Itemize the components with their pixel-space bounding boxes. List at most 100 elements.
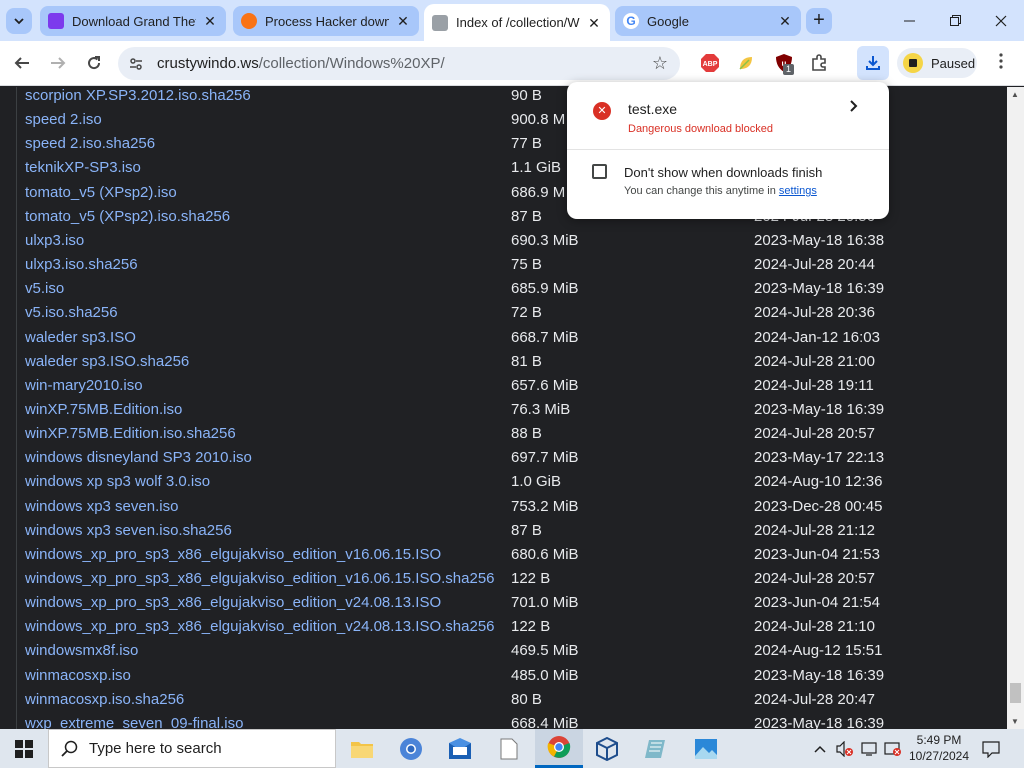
site-info-icon[interactable] [126,54,146,74]
extension-leaf[interactable] [735,52,757,74]
extensions-button[interactable] [808,52,830,74]
file-link[interactable]: ulxp3.iso.sha256 [25,256,138,273]
network-tray[interactable] [861,729,879,768]
file-link[interactable]: waleder sp3.ISO [25,329,136,346]
file-row: ulxp3.iso 690.3 MiB 2023-May-18 16:38 [17,232,1007,256]
close-icon[interactable]: ✕ [202,13,218,29]
security-tray[interactable] [884,729,902,768]
chevron-right-icon[interactable] [849,99,859,117]
windows-logo-icon [15,739,33,758]
file-link[interactable]: windows xp3 seven.iso [25,498,178,515]
notebook-app-button[interactable] [632,729,680,768]
reload-button[interactable] [79,48,109,78]
photos-app-button[interactable] [682,729,730,768]
close-icon[interactable]: ✕ [395,13,411,29]
download-filename[interactable]: test.exe [628,101,677,117]
file-row: winXP.75MB.Edition.iso.sha256 88 B 2024-Ju… [17,425,1007,449]
file-link[interactable]: winmacosxp.iso [25,667,131,684]
close-window-button[interactable] [978,0,1024,41]
virtualbox-button[interactable] [583,729,631,768]
file-link[interactable]: windows_xp_pro_sp3_x86_elgujakviso_editi… [25,546,441,563]
taskbar-clock[interactable]: 5:49 PM 10/27/2024 [906,732,972,764]
file-link[interactable]: windowsmx8f.iso [25,642,138,659]
file-size: 90 B [511,87,542,104]
close-icon[interactable]: ✕ [777,13,793,29]
file-link[interactable]: tomato_v5 (XPsp2).iso [25,184,177,201]
file-size: 469.5 MiB [511,642,579,660]
kebab-menu-icon [999,53,1003,69]
tab-google[interactable]: G Google ✕ [615,6,801,36]
file-link[interactable]: win-mary2010.iso [25,377,143,394]
search-placeholder: Type here to search [89,740,222,757]
address-bar[interactable]: crustywindo.ws/collection/Windows%20XP/ … [118,47,680,80]
url-text[interactable]: crustywindo.ws/collection/Windows%20XP/ [157,55,445,72]
file-link[interactable]: wxp_extreme_seven_09-final.iso [25,715,243,729]
taskbar-search[interactable]: Type here to search [48,729,336,768]
page-scrollbar[interactable]: ▲ ▼ [1007,87,1024,729]
file-link[interactable]: windows_xp_pro_sp3_x86_elgujakviso_editi… [25,618,495,635]
close-icon [995,15,1007,26]
chrome-taskbar-button[interactable] [535,729,583,768]
mail-app-button[interactable] [436,729,484,768]
adblock-plus-extension[interactable]: ABP [699,52,721,74]
profile-avatar-icon [903,53,923,73]
bookmark-star-icon[interactable]: ☆ [652,53,668,74]
file-link[interactable]: windows xp3 seven.iso.sha256 [25,522,232,539]
downloads-button[interactable] [857,46,889,80]
tab-search-button[interactable] [6,8,32,34]
file-link[interactable]: scorpion XP.SP3.2012.iso.sha256 [25,87,251,104]
forward-button[interactable] [43,48,73,78]
file-size: 701.0 MiB [511,594,579,612]
error-x-icon: ✕ [593,102,611,120]
file-explorer-button[interactable] [338,729,386,768]
file-link[interactable]: speed 2.iso.sha256 [25,135,155,152]
dont-show-label[interactable]: Don't show when downloads finish [624,165,822,180]
tab-index-collection[interactable]: Index of /collection/W ✕ [424,4,610,41]
file-link[interactable]: waleder sp3.ISO.sha256 [25,353,189,370]
file-link[interactable]: windows_xp_pro_sp3_x86_elgujakviso_editi… [25,594,441,611]
file-row: v5.iso.sha256 72 B 2024-Jul-28 20:36 [17,304,1007,328]
file-size: 80 B [511,690,542,708]
back-button[interactable] [7,48,37,78]
restore-button[interactable] [932,0,978,41]
gta-favicon-icon [48,13,64,29]
file-date: 2024-Jul-28 20:57 [754,570,875,587]
file-row: windows xp3 seven.iso.sha256 87 B 2024-Jul… [17,522,1007,546]
file-link[interactable]: speed 2.iso [25,111,102,128]
file-link[interactable]: v5.iso.sha256 [25,304,118,321]
volume-tray[interactable] [836,729,854,768]
notepad-button[interactable] [485,729,533,768]
tab-download-gta[interactable]: Download Grand Theft ✕ [40,6,226,36]
scroll-down-arrow-icon[interactable]: ▼ [1011,717,1019,726]
network-icon [861,741,877,756]
minimize-button[interactable] [886,0,932,41]
file-link[interactable]: teknikXP-SP3.iso [25,159,141,176]
start-button[interactable] [0,729,48,768]
action-center-button[interactable] [982,729,1000,768]
scrollbar-thumb[interactable] [1010,683,1021,703]
chromium-button[interactable] [387,729,435,768]
file-link[interactable]: ulxp3.iso [25,232,84,249]
close-icon[interactable]: ✕ [586,15,602,31]
file-date: 2023-May-18 16:39 [754,280,885,298]
file-link[interactable]: winXP.75MB.Edition.iso [25,401,182,418]
file-link[interactable]: tomato_v5 (XPsp2).iso.sha256 [25,208,230,225]
profile-paused-button[interactable]: Paused [897,48,977,78]
settings-link[interactable]: settings [779,185,817,197]
file-link[interactable]: windows disneyland SP3 2010.iso [25,449,252,466]
chrome-icon [547,736,571,758]
tab-process-hacker[interactable]: Process Hacker downl ✕ [233,6,419,36]
new-tab-button[interactable]: + [806,8,832,34]
file-link[interactable]: v5.iso [25,280,64,297]
directory-favicon-icon [432,14,448,31]
file-link[interactable]: windows_xp_pro_sp3_x86_elgujakviso_editi… [25,570,495,587]
show-hidden-icons[interactable] [814,729,826,768]
dont-show-checkbox[interactable] [592,164,607,179]
file-link[interactable]: windows xp sp3 wolf 3.0.iso [25,473,210,490]
browser-menu-button[interactable] [990,52,1012,74]
ublock-extension[interactable]: u 1 [773,52,795,75]
scroll-up-arrow-icon[interactable]: ▲ [1011,90,1019,99]
file-link[interactable]: winmacosxp.iso.sha256 [25,691,184,708]
file-size: 668.7 MiB [511,328,579,346]
file-link[interactable]: winXP.75MB.Edition.iso.sha256 [25,425,236,442]
